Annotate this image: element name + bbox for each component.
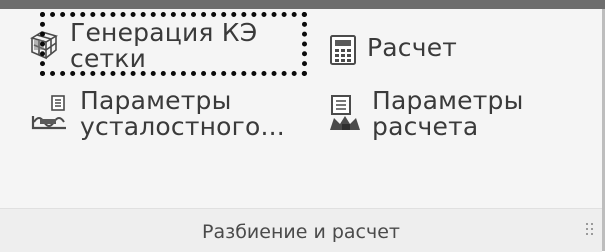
ribbon-panel: Генерация КЭ сетки Расчет Параметры уста… (0, 0, 605, 252)
mesh-generation-button[interactable]: Генерация КЭ сетки (28, 20, 257, 72)
ribbon-group-title: Разбиение и расчет (202, 221, 400, 243)
params-label-line1: Параметры (372, 86, 524, 115)
fatigue-chart-icon (30, 92, 70, 136)
calculate-label: Расчет (367, 34, 457, 62)
fatigue-label-line2: усталостного... (80, 112, 285, 141)
mesh-label-line1: Генерация КЭ (70, 18, 258, 47)
calculate-button[interactable]: Расчет (329, 34, 457, 70)
calculator-icon (329, 34, 357, 70)
ribbon-top-bar (0, 0, 605, 9)
analysis-parameters-button[interactable]: Параметры расчета (328, 88, 524, 140)
fatigue-parameters-button[interactable]: Параметры усталостного... (30, 88, 285, 140)
fatigue-parameters-label: Параметры усталостного... (80, 88, 285, 140)
mesh-generation-label: Генерация КЭ сетки (70, 20, 257, 72)
analysis-settings-icon (328, 94, 362, 136)
analysis-parameters-label: Параметры расчета (372, 88, 524, 140)
params-label-line2: расчета (372, 112, 479, 141)
mesh-label-line2: сетки (70, 44, 147, 73)
calculate-label-line1: Расчет (367, 33, 458, 62)
group-options-grip-icon[interactable] (586, 223, 596, 239)
fatigue-label-line1: Параметры (80, 86, 232, 115)
mesh-cube-icon (28, 28, 60, 64)
ribbon-group-footer: Разбиение и расчет (0, 208, 602, 252)
